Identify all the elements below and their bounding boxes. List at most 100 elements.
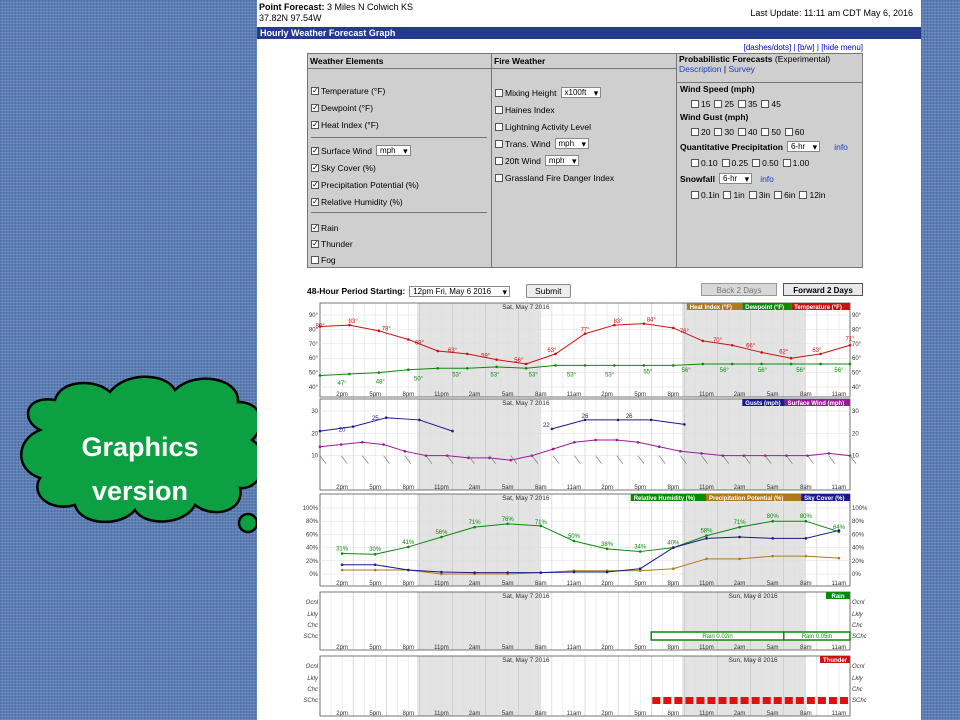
temperature-line-point [760, 351, 763, 354]
rh-label: 71% [535, 520, 548, 526]
hour-label: 11pm [699, 645, 714, 651]
hour-label: 2am [469, 711, 481, 717]
legend-label: Surface Wind (mph) [788, 401, 845, 407]
rh-label: 80% [800, 514, 813, 520]
sky-cover-line-point [638, 567, 642, 571]
hour-label: 5pm [369, 711, 381, 717]
night-shading [417, 399, 541, 490]
hour-label: 8am [800, 392, 812, 398]
hour-label: 2pm [336, 392, 348, 398]
surface-wind-line-point [403, 449, 407, 453]
rh-line-point [572, 539, 576, 543]
temperature-line-point [701, 339, 705, 343]
rh-label: 31% [336, 547, 349, 553]
y-tick-label: 20% [306, 559, 319, 565]
temperature-label: 71° [845, 336, 855, 342]
temperature-label: 84° [647, 318, 657, 324]
hour-label: 11am [567, 485, 582, 491]
y-tick-label: 60% [306, 532, 319, 538]
rh-line-point [473, 525, 476, 529]
rh-label: 34% [634, 545, 647, 551]
callout-line1: Graphics [81, 432, 199, 462]
thunder-mark [773, 697, 782, 704]
precip-line-point [373, 568, 377, 572]
temperature-label: 80° [315, 323, 325, 329]
hour-label: 5am [502, 581, 514, 587]
thunder-mark [784, 697, 793, 704]
day-label: Sat, May 7 2016 [502, 400, 550, 407]
dewpoint-line-point [495, 365, 498, 369]
surface-wind-line-point [509, 458, 513, 462]
y-tick-label: Lkly [307, 612, 319, 618]
wind-barb [362, 455, 369, 464]
hour-label: 8am [800, 645, 812, 651]
y-tick-label: 100% [303, 506, 319, 512]
y-tick-label: 50° [852, 371, 862, 377]
dewpoint-line-point [613, 364, 616, 367]
hour-label: 8pm [402, 581, 414, 587]
surface-wind-line-point [636, 440, 640, 444]
rh-label: 30% [369, 547, 382, 553]
y-tick-label: 40° [852, 385, 862, 391]
thunder-mark [828, 697, 837, 704]
hour-label: 11am [832, 581, 847, 587]
hour-label: 11pm [699, 581, 714, 587]
temperature-label: 68° [415, 341, 425, 347]
day-label: Sun, May 8 2016 [729, 657, 779, 664]
y-tick-label: 80% [852, 519, 865, 525]
legend-label: Dewpoint (°F) [745, 305, 784, 311]
dewpoint-line-point [348, 372, 351, 376]
y-tick-label: Ocnl [306, 664, 319, 670]
thunder-mark [762, 697, 771, 704]
gusts-line-point [451, 429, 454, 433]
hour-label: 11am [832, 485, 847, 491]
surface-wind-line-point [594, 438, 597, 442]
hour-label: 8am [800, 711, 812, 717]
legend-label: Gusts (mph) [745, 401, 780, 407]
rh-label: 50% [568, 534, 581, 540]
precip-line-point [672, 567, 675, 571]
surface-wind-line-point [318, 445, 322, 449]
hour-label: 5am [502, 485, 514, 491]
hour-label: 8pm [667, 485, 679, 491]
hour-label: 11am [567, 711, 582, 717]
y-tick-label: SChc [303, 634, 318, 640]
temperature-label: 63° [547, 348, 557, 354]
dewpoint-label: 53° [529, 372, 539, 378]
rh-label: 38% [601, 542, 614, 548]
thunder-mark [663, 697, 672, 704]
precip-line-point [837, 556, 841, 560]
hour-label: 11pm [434, 711, 449, 717]
night-shading [682, 656, 806, 716]
temperature-line-point [407, 338, 410, 341]
y-tick-label: 10 [852, 454, 859, 460]
wind-barb [807, 455, 814, 464]
surface-wind-line-point [679, 449, 682, 453]
dewpoint-line-point [819, 362, 822, 366]
y-tick-label: 70° [852, 342, 862, 348]
hour-label: 2pm [336, 711, 348, 717]
hour-label: 5pm [634, 485, 646, 491]
thunder-mark [685, 697, 694, 704]
day-label: Sat, May 7 2016 [502, 593, 550, 600]
y-tick-label: Ocnl [852, 600, 865, 606]
temperature-label: 62° [779, 349, 789, 355]
dewpoint-line-point [318, 374, 322, 377]
sky-cover-line-point [340, 563, 344, 567]
gust-label: 26 [582, 414, 589, 420]
hour-label: 8pm [667, 392, 679, 398]
y-tick-label: Ocnl [852, 664, 865, 670]
hour-label: 8pm [402, 711, 414, 717]
hour-label: 11am [567, 392, 582, 398]
gusts-line-point [649, 418, 653, 422]
legend-label: Relative Humidity (%) [634, 496, 695, 502]
y-tick-label: 90° [309, 313, 319, 319]
hour-label: 5am [767, 392, 779, 398]
hour-label: 8am [535, 485, 547, 491]
temperature-label: 59° [481, 354, 491, 360]
temperature-label: 78° [382, 326, 392, 332]
dewpoint-line-point [701, 362, 705, 366]
night-shading [417, 592, 541, 650]
sky-cover-line-point [605, 570, 609, 574]
gusts-line-point [318, 429, 322, 433]
